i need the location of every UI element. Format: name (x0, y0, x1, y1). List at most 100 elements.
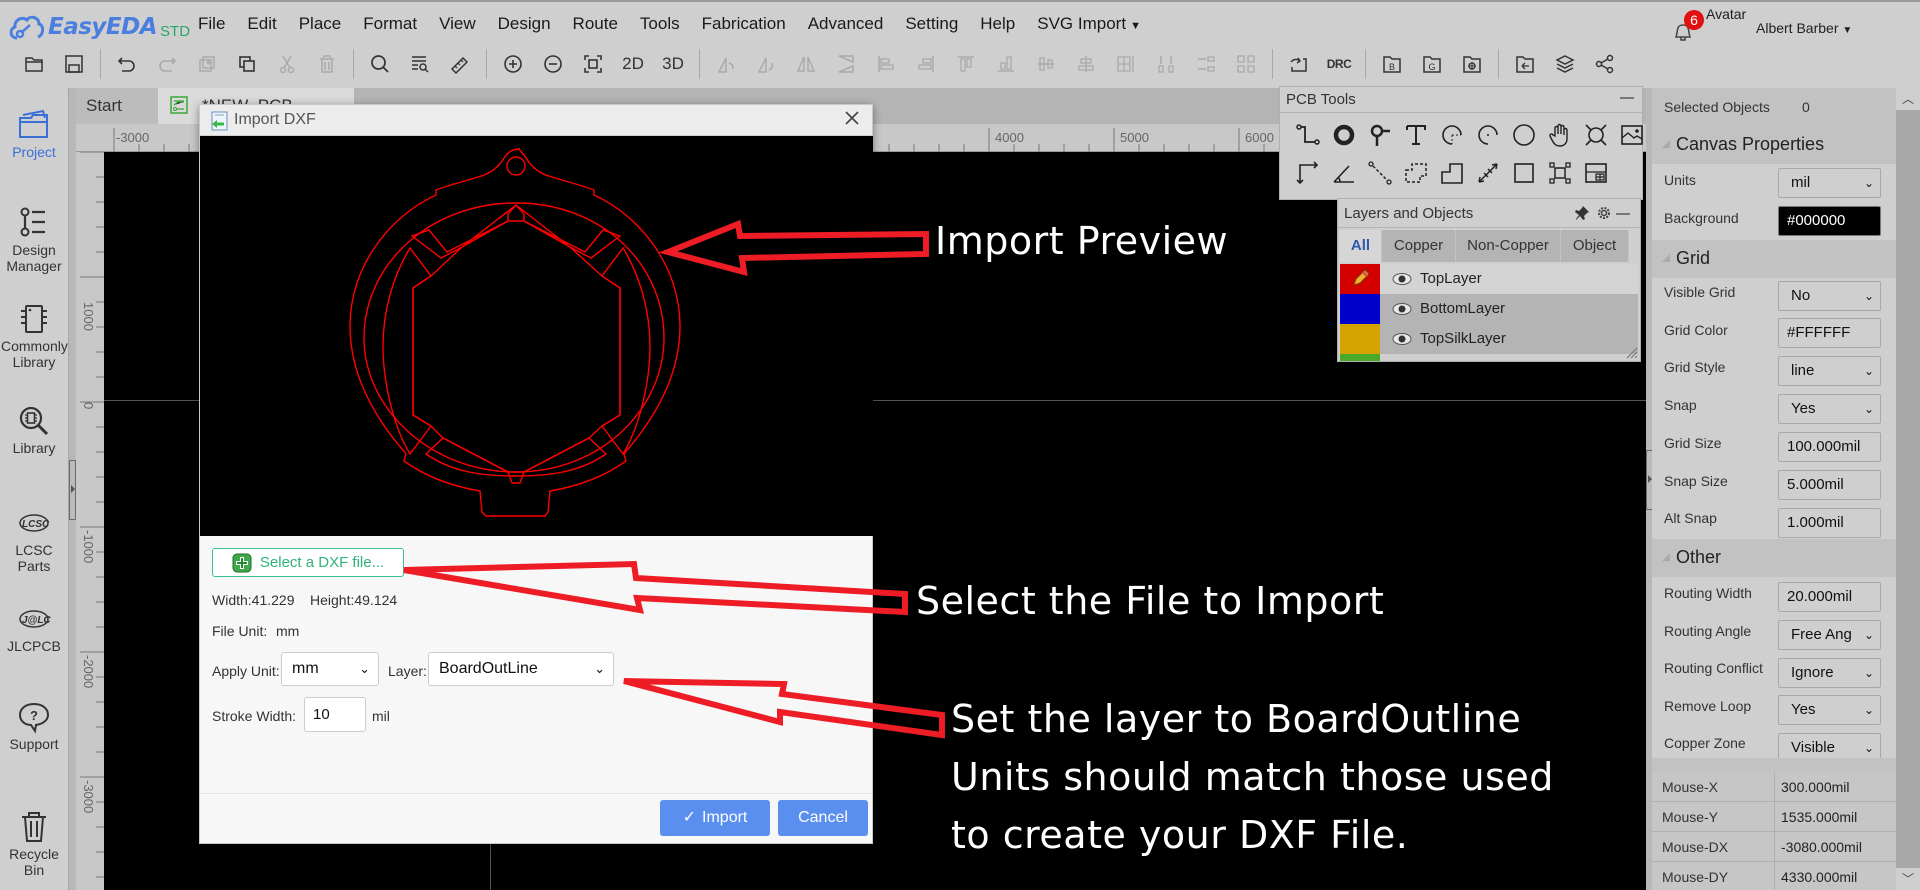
menu-view[interactable]: View (439, 14, 476, 34)
via-tool[interactable] (1362, 119, 1398, 151)
layer-color-swatch[interactable] (1340, 324, 1380, 354)
connect-pad-tool[interactable] (1290, 157, 1326, 189)
gerber-button[interactable]: G (1412, 49, 1452, 79)
routing-conflict-select[interactable]: Ignore ⌄ (1778, 658, 1881, 688)
menu-setting[interactable]: Setting (905, 14, 958, 34)
layout-panel-tool[interactable] (1578, 157, 1614, 189)
pad-tool[interactable] (1326, 119, 1362, 151)
solid-region-tool[interactable] (1398, 157, 1434, 189)
layer-select[interactable]: BoardOutLine ⌄ (428, 652, 614, 686)
sidebar-item-project[interactable]: Project (0, 108, 68, 160)
menu-place[interactable]: Place (299, 14, 342, 34)
menu-tools[interactable]: Tools (640, 14, 680, 34)
tab-non-copper[interactable]: Non-Copper (1456, 230, 1561, 262)
align-center-h-button[interactable] (1026, 49, 1066, 79)
import-changes-button[interactable] (1279, 49, 1319, 79)
minimize-icon[interactable] (1616, 213, 1630, 215)
import-file-button[interactable] (1505, 49, 1545, 79)
rotate-left-button[interactable] (706, 49, 746, 79)
routing-angle-select[interactable]: Free Ang ⌄ (1778, 620, 1881, 650)
line-dimension-tool[interactable] (1362, 157, 1398, 189)
bom-button[interactable]: B (1372, 49, 1412, 79)
scroll-up-icon[interactable]: ︿ (1896, 88, 1920, 110)
copper-area-tool[interactable] (1434, 157, 1470, 189)
stroke-width-input[interactable]: 10 (304, 697, 366, 732)
left-panel-collapse-handle[interactable] (69, 460, 76, 520)
eye-icon[interactable] (1392, 332, 1412, 346)
align-top-button[interactable] (946, 49, 986, 79)
snap-select[interactable]: Yes ⌄ (1778, 394, 1881, 424)
sidebar-item-design-manager[interactable]: Design Manager (0, 206, 68, 274)
tab-start[interactable]: Start (76, 88, 158, 124)
circle-tool[interactable] (1506, 119, 1542, 151)
sidebar-item-lcsc-parts[interactable]: LCSC LCSC Parts (0, 506, 68, 574)
menu-edit[interactable]: Edit (247, 14, 276, 34)
drc-button[interactable]: DRC (1319, 49, 1359, 79)
group-button[interactable] (1226, 49, 1266, 79)
sidebar-item-jlcpcb[interactable]: J@LC JLCPCB (0, 602, 68, 654)
menu-help[interactable]: Help (980, 14, 1015, 34)
dimension-tool[interactable] (1470, 157, 1506, 189)
flip-vertical-button[interactable] (826, 49, 866, 79)
delete-button[interactable] (307, 49, 347, 79)
track-tool[interactable] (1290, 119, 1326, 151)
grid-style-select[interactable]: line ⌄ (1778, 356, 1881, 386)
grid-size-input[interactable]: 100.000mil (1778, 432, 1881, 462)
sidebar-item-support[interactable]: ? Support (0, 700, 68, 752)
layers-button[interactable] (1545, 49, 1585, 79)
center-arc-tool[interactable] (1470, 119, 1506, 151)
minimize-icon[interactable] (1620, 97, 1634, 99)
search-button[interactable] (360, 49, 400, 79)
sidebar-item-commonly-library[interactable]: Commonly Library (0, 302, 68, 370)
align-left-button[interactable] (866, 49, 906, 79)
save-button[interactable] (54, 49, 94, 79)
layer-color-swatch[interactable] (1340, 294, 1380, 324)
snap-size-input[interactable]: 5.000mil (1778, 470, 1881, 500)
close-button[interactable] (842, 109, 862, 131)
grid-color-field[interactable]: #FFFFFF (1778, 318, 1881, 348)
sidebar-item-library[interactable]: Library (0, 404, 68, 456)
tab-copper[interactable]: Copper (1382, 230, 1456, 262)
select-dxf-file-button[interactable]: Select a DXF file... (212, 548, 404, 577)
apply-unit-select[interactable]: mm ⌄ (281, 652, 379, 686)
flip-horizontal-button[interactable] (786, 49, 826, 79)
share-button[interactable] (1585, 49, 1625, 79)
avatar[interactable]: Avatar (1706, 6, 1746, 22)
open-folder-button[interactable] (14, 49, 54, 79)
alt-snap-input[interactable]: 1.000mil (1778, 508, 1881, 538)
rotate-right-button[interactable] (746, 49, 786, 79)
cancel-button[interactable]: Cancel (778, 800, 868, 836)
image-tool[interactable] (1614, 119, 1650, 151)
align-bottom-button[interactable] (986, 49, 1026, 79)
eye-icon[interactable] (1392, 302, 1412, 316)
units-select[interactable]: mil ⌄ (1778, 168, 1881, 198)
import-button[interactable]: ✓ Import (660, 800, 770, 836)
menu-svg-import[interactable]: SVG Import ▼ (1037, 14, 1141, 34)
resize-grip-icon[interactable] (1624, 345, 1638, 359)
rectangle-tool[interactable] (1506, 157, 1542, 189)
other-header[interactable]: Other (1652, 539, 1896, 577)
layer-row-bottomlayer[interactable]: BottomLayer (1340, 294, 1638, 324)
properties-scrollbar[interactable]: ︿ ﹀ (1896, 88, 1920, 890)
redo-button[interactable] (147, 49, 187, 79)
menu-fabrication[interactable]: Fabrication (702, 14, 786, 34)
group-tool[interactable] (1542, 157, 1578, 189)
copy-button[interactable] (227, 49, 267, 79)
hole-tool[interactable] (1578, 119, 1614, 151)
undo-button[interactable] (107, 49, 147, 79)
grid-align-button[interactable] (1106, 49, 1146, 79)
cut-button[interactable] (267, 49, 307, 79)
app-logo[interactable]: EasyEDA STD (8, 10, 190, 44)
pick-place-button[interactable] (1452, 49, 1492, 79)
arc-tool[interactable] (1434, 119, 1470, 151)
background-color-field[interactable]: #000000 (1778, 206, 1881, 236)
duplicate-button[interactable] (187, 49, 227, 79)
remove-loop-select[interactable]: Yes ⌄ (1778, 695, 1881, 725)
tab-all[interactable]: All (1340, 230, 1382, 262)
routing-width-input[interactable]: 20.000mil (1778, 582, 1881, 612)
pan-tool[interactable] (1542, 119, 1578, 151)
view-2d-button[interactable]: 2D (613, 49, 653, 79)
view-3d-button[interactable]: 3D (653, 49, 693, 79)
menu-advanced[interactable]: Advanced (808, 14, 884, 34)
tab-object[interactable]: Object (1561, 230, 1629, 262)
